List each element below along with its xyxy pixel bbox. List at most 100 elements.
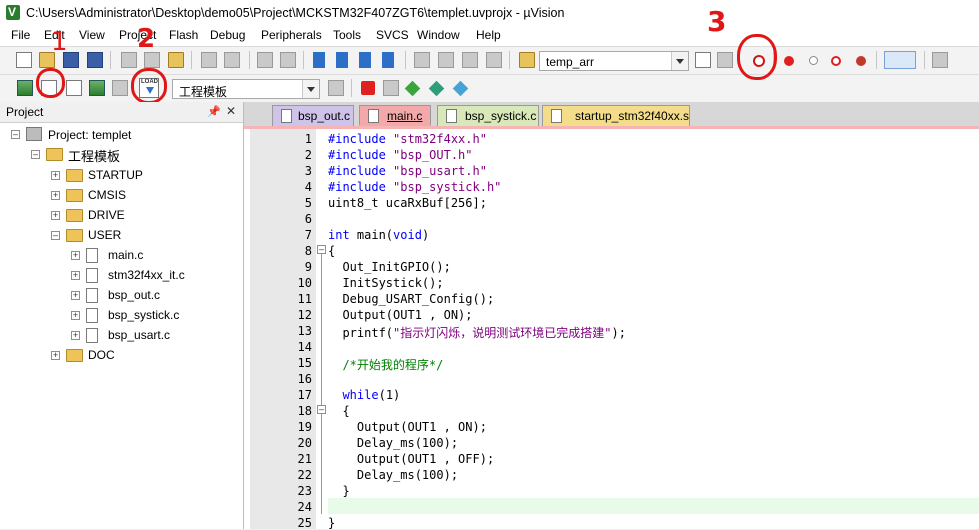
tree-target[interactable]: – 工程模板 <box>0 146 243 166</box>
find-combo[interactable]: temp_arr <box>539 51 689 71</box>
code-line[interactable]: #include "bsp_OUT.h" <box>328 148 473 162</box>
code-line[interactable]: } <box>328 484 349 498</box>
expand-icon[interactable]: + <box>51 191 60 200</box>
menu-help[interactable]: Help <box>476 28 501 42</box>
tab-startup[interactable]: startup_stm32f40xx.s <box>542 105 690 126</box>
cut-icon[interactable] <box>121 52 137 68</box>
expand-icon[interactable]: + <box>71 331 80 340</box>
clear-bookmarks-icon[interactable] <box>382 52 394 68</box>
tree-group-drive[interactable]: + DRIVE <box>0 206 243 226</box>
fold-collapse-icon[interactable]: – <box>317 405 326 414</box>
unindent-icon[interactable] <box>438 52 454 68</box>
find-in-files-icon[interactable] <box>519 52 535 68</box>
expand-icon[interactable]: + <box>71 251 80 260</box>
tree-root-project[interactable]: – Project: templet <box>0 126 243 146</box>
code-line[interactable]: Delay_ms(100); <box>328 436 458 450</box>
tab-bsp-systick[interactable]: bsp_systick.c <box>437 105 539 126</box>
kill-all-breakpoints-icon[interactable] <box>856 56 866 66</box>
menu-window[interactable]: Window <box>417 28 460 42</box>
tree-file-bsp-out[interactable]: + bsp_out.c <box>0 286 243 306</box>
menu-svcs[interactable]: SVCS <box>376 28 409 42</box>
undo-icon[interactable] <box>201 52 217 68</box>
bookmark-icon[interactable] <box>313 52 325 68</box>
manage-rte-icon[interactable] <box>428 80 445 97</box>
tab-main[interactable]: main.c <box>359 105 431 126</box>
code-line[interactable]: int main(void) <box>328 228 429 242</box>
indent-icon[interactable] <box>414 52 430 68</box>
collapse-icon[interactable]: – <box>31 150 40 159</box>
code-line[interactable]: Output(OUT1 , ON); <box>328 308 472 322</box>
prev-bookmark-icon[interactable] <box>336 52 348 68</box>
tree-file-bsp-usart[interactable]: + bsp_usart.c <box>0 326 243 346</box>
stop-build-icon[interactable] <box>112 80 128 96</box>
tree-group-cmsis[interactable]: + CMSIS <box>0 186 243 206</box>
incremental-find-icon[interactable] <box>717 52 733 68</box>
translate-icon[interactable] <box>17 80 33 96</box>
menu-flash[interactable]: Flash <box>169 28 198 42</box>
code-line[interactable]: printf("指示灯闪烁，说明测试环境已完成搭建"); <box>328 324 626 341</box>
code-line[interactable]: Out_InitGPIO(); <box>328 260 450 274</box>
next-bookmark-icon[interactable] <box>359 52 371 68</box>
pin-icon[interactable]: 📌 <box>207 105 221 118</box>
tree-file-stm32f4xx-it[interactable]: + stm32f4xx_it.c <box>0 266 243 286</box>
expand-icon[interactable]: + <box>71 311 80 320</box>
copy-icon[interactable] <box>144 52 160 68</box>
menu-tools[interactable]: Tools <box>333 28 361 42</box>
menu-peripherals[interactable]: Peripherals <box>261 28 322 42</box>
code-line[interactable]: /*开始我的程序*/ <box>328 356 443 373</box>
code-line[interactable]: InitSystick(); <box>328 276 443 290</box>
tree-file-bsp-systick[interactable]: + bsp_systick.c <box>0 306 243 326</box>
code-line[interactable]: #include "bsp_usart.h" <box>328 164 487 178</box>
chevron-down-icon[interactable] <box>302 80 319 98</box>
target-options-icon[interactable] <box>328 80 344 96</box>
menu-file[interactable]: File <box>11 28 30 42</box>
code-line[interactable]: #include "bsp_systick.h" <box>328 180 501 194</box>
tree-group-startup[interactable]: + STARTUP <box>0 166 243 186</box>
comment-icon[interactable] <box>462 52 478 68</box>
tree-group-doc[interactable]: + DOC <box>0 346 243 366</box>
menu-view[interactable]: View <box>79 28 105 42</box>
paste-icon[interactable] <box>168 52 184 68</box>
save-all-icon[interactable] <box>87 52 103 68</box>
code-line[interactable]: Output(OUT1 , OFF); <box>328 452 494 466</box>
code-line[interactable]: { <box>328 404 349 418</box>
event-recorder-icon[interactable] <box>452 80 469 97</box>
tab-bsp-out[interactable]: bsp_out.c <box>272 105 354 126</box>
code-line[interactable]: Output(OUT1 , ON); <box>328 420 487 434</box>
chevron-down-icon[interactable] <box>671 52 688 70</box>
expand-icon[interactable]: + <box>71 271 80 280</box>
expand-icon[interactable]: + <box>71 291 80 300</box>
fold-collapse-icon[interactable]: – <box>317 245 326 254</box>
code-line[interactable]: while(1) <box>328 388 400 402</box>
manage-project-items-icon[interactable] <box>361 81 375 95</box>
code-line[interactable]: Delay_ms(100); <box>328 468 458 482</box>
window-layout-dropdown[interactable] <box>884 51 916 69</box>
uncomment-icon[interactable] <box>486 52 502 68</box>
pack-installer-icon[interactable] <box>404 80 421 97</box>
code-line[interactable]: } <box>328 516 335 530</box>
expand-icon[interactable]: + <box>51 171 60 180</box>
redo-icon[interactable] <box>224 52 240 68</box>
code-line[interactable]: { <box>328 244 335 258</box>
configure-icon[interactable] <box>932 52 948 68</box>
nav-back-icon[interactable] <box>257 52 273 68</box>
collapse-icon[interactable]: – <box>11 130 20 139</box>
expand-icon[interactable]: + <box>51 211 60 220</box>
code-editor[interactable]: 1 #include "stm32f4xx.h" 2 #include "bsp_OU… <box>244 129 979 530</box>
target-combo[interactable]: 工程模板 <box>172 79 320 99</box>
find-icon[interactable] <box>695 52 711 68</box>
code-line[interactable]: uint8_t ucaRxBuf[256]; <box>328 196 487 210</box>
code-line[interactable]: Debug_USART_Config(); <box>328 292 494 306</box>
close-icon[interactable]: ✕ <box>226 104 236 118</box>
nav-forward-icon[interactable] <box>280 52 296 68</box>
collapse-icon[interactable]: – <box>51 231 60 240</box>
menu-debug[interactable]: Debug <box>210 28 245 42</box>
disable-breakpoint-icon[interactable] <box>809 56 818 65</box>
tree-file-main[interactable]: + main.c <box>0 246 243 266</box>
batch-build-icon[interactable] <box>89 80 105 96</box>
code-line[interactable]: #include "stm32f4xx.h" <box>328 132 487 146</box>
expand-icon[interactable]: + <box>51 351 60 360</box>
select-packs-icon[interactable] <box>383 80 399 96</box>
insert-breakpoint-icon[interactable] <box>784 56 794 66</box>
new-file-icon[interactable] <box>16 52 32 68</box>
